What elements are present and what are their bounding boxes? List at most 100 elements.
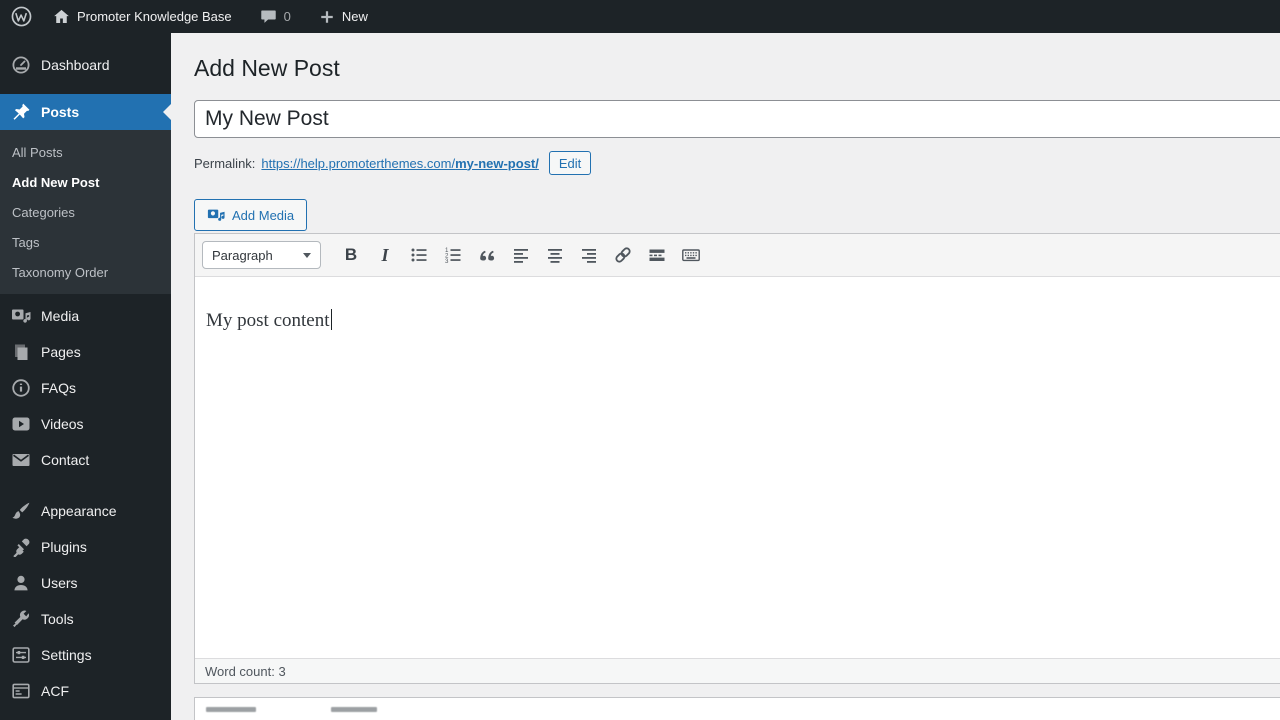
word-count: Word count: 3 — [205, 663, 286, 679]
add-media-button[interactable]: Add Media — [194, 199, 308, 231]
envelope-icon — [11, 450, 31, 470]
submenu-item-tags[interactable]: Tags — [0, 227, 171, 257]
blockquote-button[interactable] — [472, 241, 502, 269]
submenu-item-add-new-post[interactable]: Add New Post — [0, 167, 171, 197]
svg-text:3: 3 — [445, 258, 449, 265]
align-right-button[interactable] — [574, 241, 604, 269]
editor-content-area[interactable]: My post content — [195, 277, 1280, 658]
submenu-item-label: All Posts — [12, 144, 63, 160]
admin-sidebar: Dashboard Posts All Posts Add New Post C… — [0, 33, 171, 720]
admin-bar: Promoter Knowledge Base 0 New — [0, 0, 1280, 33]
sidebar-item-faqs[interactable]: FAQs — [0, 370, 171, 406]
read-more-icon — [649, 249, 665, 261]
submenu-item-label: Tags — [12, 234, 40, 250]
sidebar-item-media[interactable]: Media — [0, 298, 171, 334]
submenu-item-taxonomy-order[interactable]: Taxonomy Order — [0, 257, 171, 287]
sidebar-item-label: Plugins — [41, 539, 87, 555]
plug-icon — [11, 537, 31, 557]
submenu-item-all-posts[interactable]: All Posts — [0, 137, 171, 167]
editor-status-bar: Word count: 3 — [195, 658, 1280, 683]
italic-button[interactable]: I — [370, 241, 400, 269]
main-content: Add New Post Permalink: https://help.pro… — [171, 33, 1280, 720]
permalink-link[interactable]: https://help.promoterthemes.com/my-new-p… — [261, 156, 538, 171]
comments-count: 0 — [283, 9, 291, 24]
keyboard-shortcuts-button[interactable] — [676, 241, 706, 269]
new-label: New — [341, 9, 368, 24]
paintbrush-icon — [11, 501, 31, 521]
sidebar-item-label: ACF — [41, 683, 69, 699]
submenu-item-label: Taxonomy Order — [12, 264, 109, 280]
posts-submenu: All Posts Add New Post Categories Tags T… — [0, 130, 171, 294]
align-center-icon — [548, 249, 562, 263]
sidebar-item-posts[interactable]: Posts — [0, 94, 171, 130]
plus-icon — [321, 10, 333, 23]
numbered-list-button[interactable]: 1 2 3 — [438, 241, 468, 269]
clipped-text — [206, 707, 256, 712]
sidebar-item-label: Tools — [41, 611, 74, 627]
page-title: Add New Post — [194, 55, 340, 81]
chevron-down-icon — [303, 252, 311, 258]
sidebar-item-pages[interactable]: Pages — [0, 334, 171, 370]
keyboard-icon — [682, 249, 700, 262]
sidebar-item-label: Dashboard — [41, 57, 110, 73]
admin-bar-new-button[interactable]: New — [309, 0, 378, 33]
wordpress-menu-button[interactable] — [0, 0, 43, 33]
sliders-icon — [11, 645, 31, 665]
sidebar-item-label: FAQs — [41, 380, 77, 396]
sidebar-item-acf[interactable]: ACF — [0, 673, 171, 709]
sidebar-item-contact[interactable]: Contact — [0, 442, 171, 478]
align-center-button[interactable] — [540, 241, 570, 269]
bulleted-list-icon — [411, 248, 427, 262]
sidebar-item-label: Pages — [41, 344, 81, 360]
bold-icon: B — [344, 245, 358, 264]
admin-bar-site-name[interactable]: Promoter Knowledge Base — [43, 0, 242, 33]
active-item-arrow — [155, 104, 171, 120]
dashboard-gauge-icon — [11, 55, 31, 75]
edit-permalink-button[interactable]: Edit — [548, 151, 592, 175]
text-cursor — [330, 309, 332, 330]
post-title-input[interactable] — [194, 100, 1280, 138]
insert-link-button[interactable] — [608, 241, 638, 269]
sidebar-item-users[interactable]: Users — [0, 565, 171, 601]
pages-icon — [11, 342, 31, 362]
link-icon — [615, 247, 631, 263]
video-play-icon — [11, 414, 31, 434]
submenu-item-categories[interactable]: Categories — [0, 197, 171, 227]
sidebar-item-label: Settings — [41, 647, 92, 663]
read-more-tag-button[interactable] — [642, 241, 672, 269]
sidebar-item-label: Media — [41, 308, 80, 324]
sidebar-item-label: Contact — [41, 452, 90, 468]
sidebar-item-appearance[interactable]: Appearance — [0, 493, 171, 529]
wrench-icon — [11, 609, 31, 629]
editor-text: My post content — [206, 310, 330, 331]
sidebar-item-label: Appearance — [41, 503, 117, 519]
add-media-label: Add Media — [232, 207, 295, 223]
sidebar-item-settings[interactable]: Settings — [0, 637, 171, 673]
site-name-label: Promoter Knowledge Base — [77, 9, 232, 24]
paragraph-format-select[interactable]: Paragraph — [202, 241, 321, 269]
align-right-icon — [582, 249, 596, 263]
bold-button[interactable]: B — [336, 241, 366, 269]
add-media-icon — [207, 209, 225, 221]
sidebar-item-tools[interactable]: Tools — [0, 601, 171, 637]
submenu-item-label: Categories — [12, 204, 75, 220]
permalink-row: Permalink: https://help.promoterthemes.c… — [194, 150, 1280, 176]
clipped-text — [331, 707, 377, 712]
align-left-button[interactable] — [506, 241, 536, 269]
blockquote-icon — [480, 250, 495, 261]
wordpress-logo-icon — [11, 6, 32, 27]
align-left-icon — [514, 249, 528, 263]
menu-separator — [0, 478, 171, 493]
sidebar-item-label: Posts — [41, 104, 80, 120]
format-selected-label: Paragraph — [212, 247, 273, 263]
permalink-label: Permalink: — [194, 155, 256, 171]
editor-toolbar: Paragraph B I 1 2 3 — [195, 234, 1280, 277]
sidebar-item-videos[interactable]: Videos — [0, 406, 171, 442]
bulleted-list-button[interactable] — [404, 241, 434, 269]
sidebar-item-dashboard[interactable]: Dashboard — [0, 47, 171, 83]
sidebar-item-label: Videos — [41, 416, 84, 432]
admin-bar-comments[interactable]: 0 — [250, 0, 301, 33]
classic-editor: Paragraph B I 1 2 3 My post content Word… — [194, 233, 1280, 684]
sidebar-item-plugins[interactable]: Plugins — [0, 529, 171, 565]
below-editor-metabox — [194, 697, 1280, 720]
